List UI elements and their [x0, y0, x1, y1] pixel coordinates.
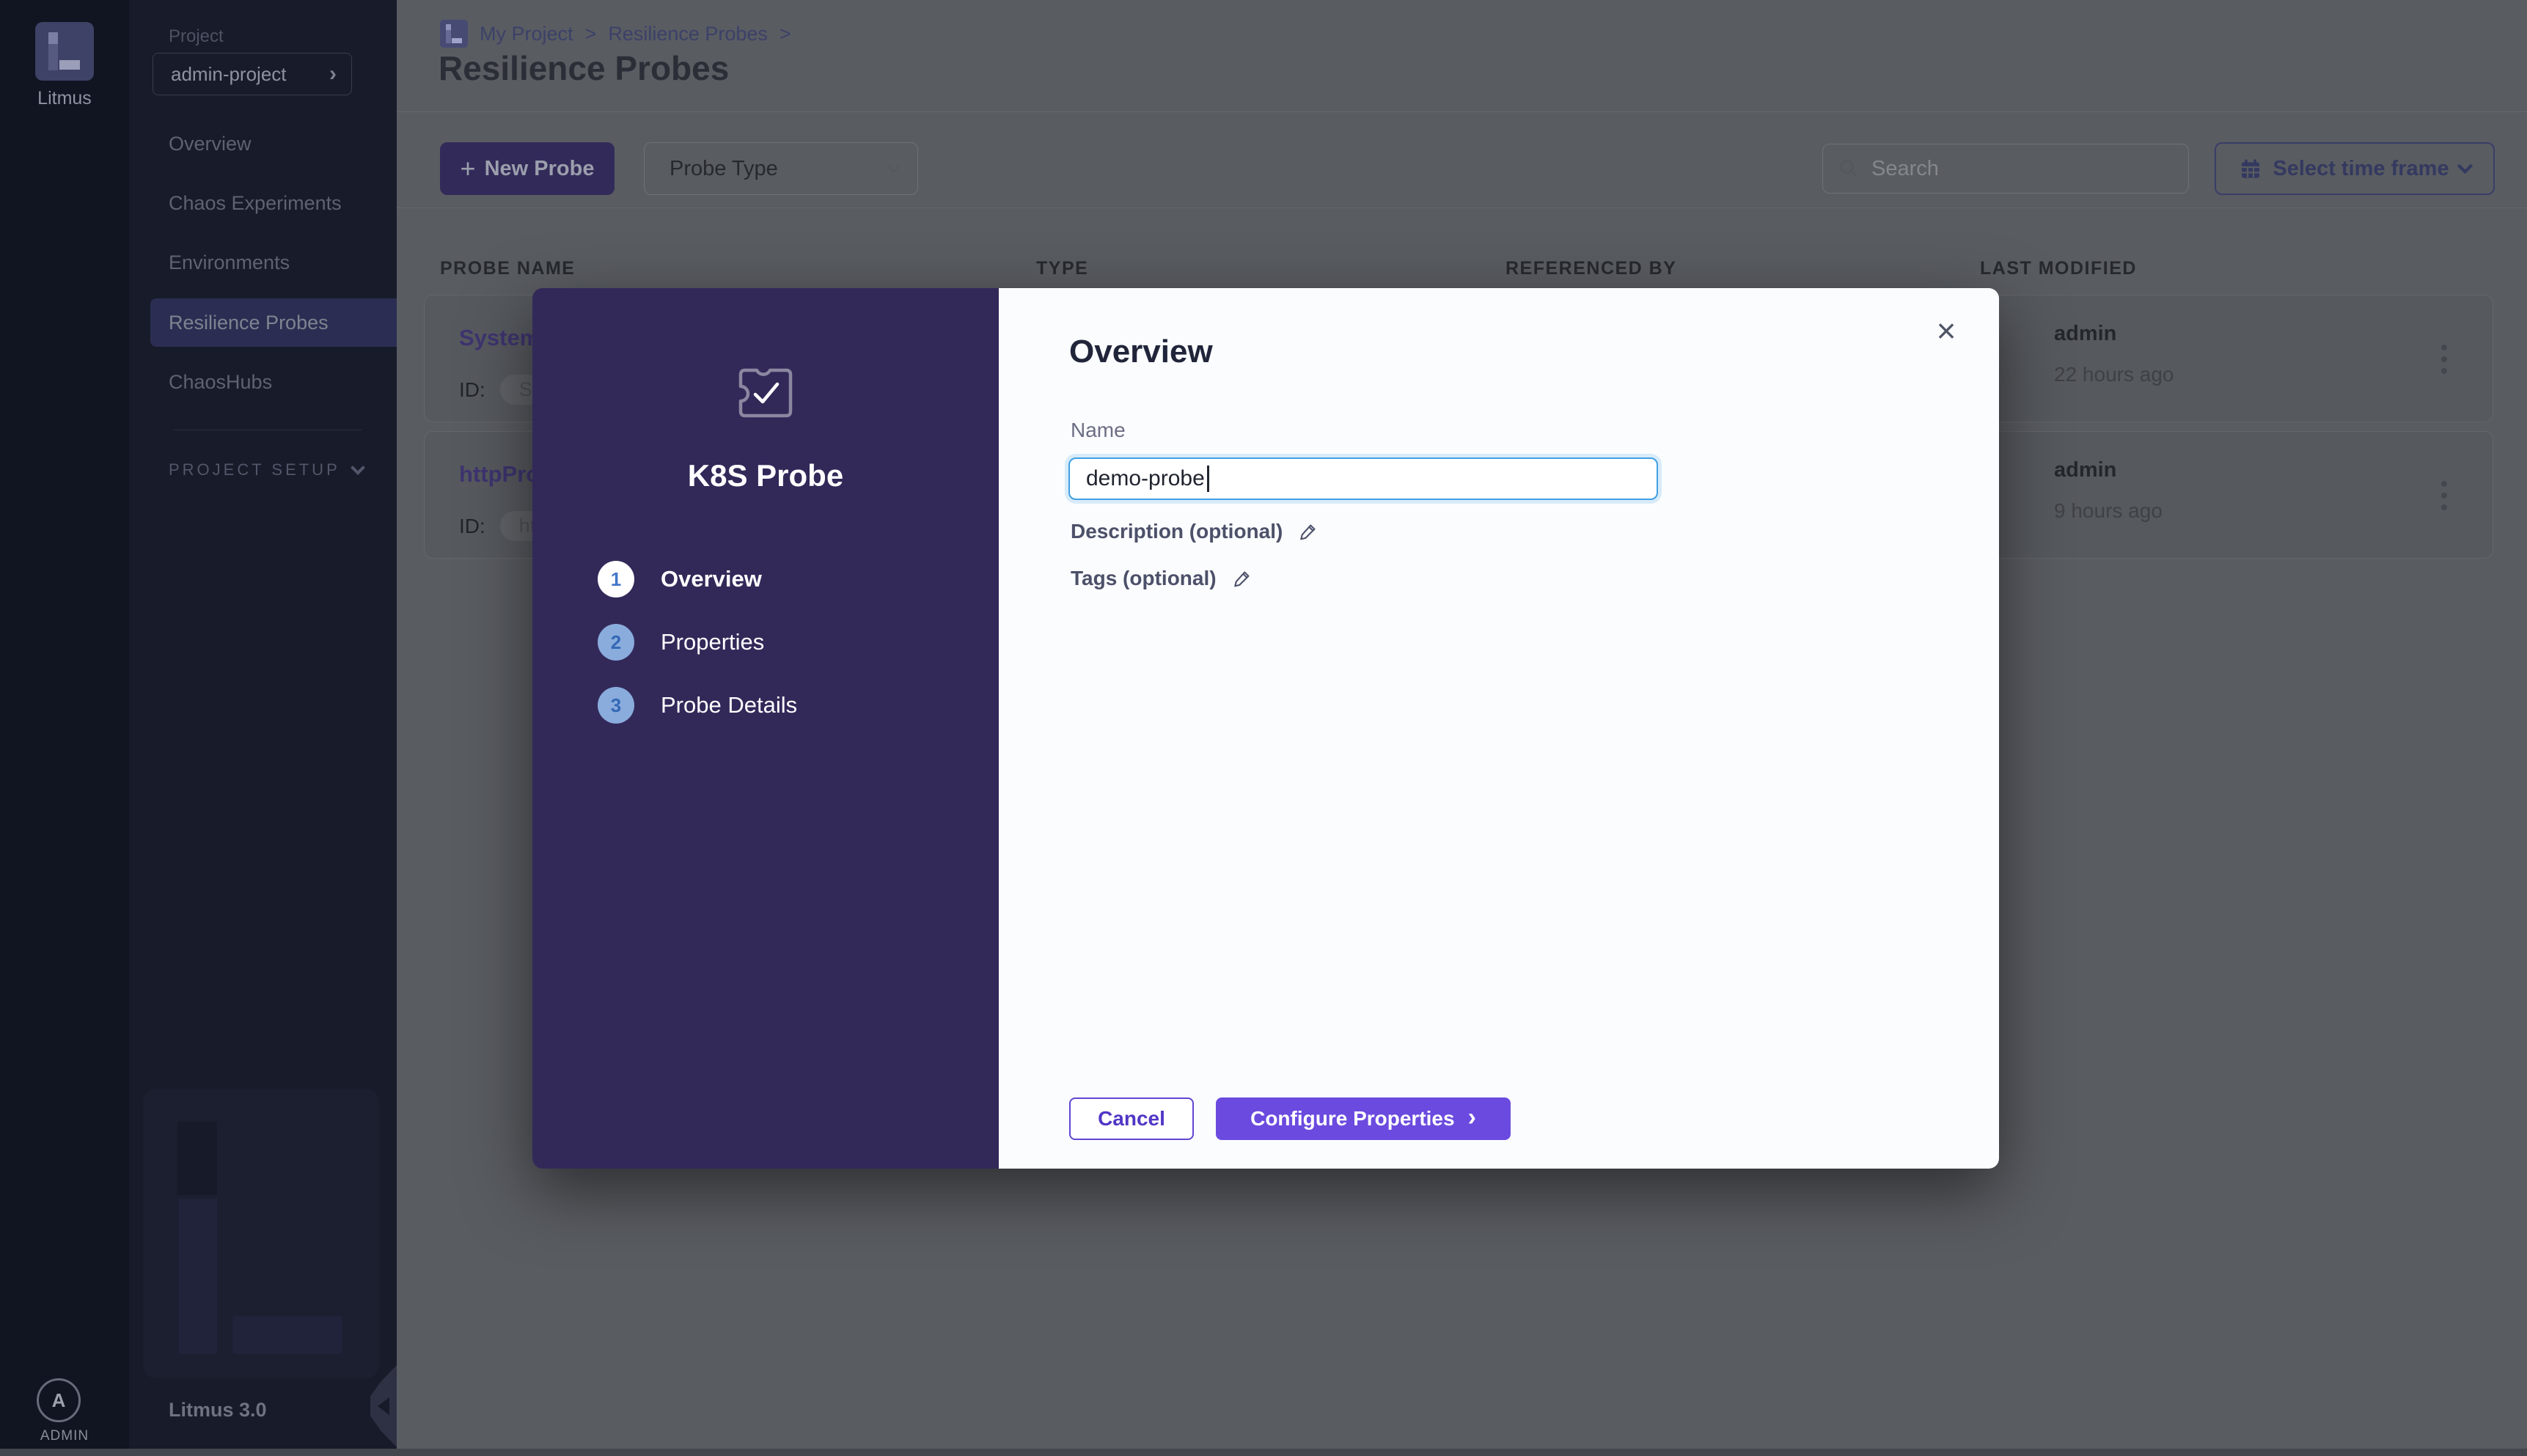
description-row: Description (optional): [1071, 520, 1318, 543]
chevron-down-icon: [2457, 158, 2472, 173]
sidebar-promo-card: [143, 1089, 379, 1378]
sidebar-collapse-handle[interactable]: [370, 1365, 397, 1447]
sidebar-item-chaoshubs[interactable]: ChaosHubs: [129, 358, 397, 406]
overview-panel: × Overview Name demo-probe Description (…: [999, 288, 1999, 1169]
breadcrumb-separator: >: [585, 23, 597, 45]
breadcrumb-resilience-probes[interactable]: Resilience Probes: [608, 23, 768, 45]
probe-type-value: Probe Type: [670, 157, 890, 181]
k8s-probe-icon: [735, 364, 796, 422]
cancel-button[interactable]: Cancel: [1069, 1097, 1194, 1140]
new-probe-label: New Probe: [485, 157, 595, 181]
column-header-last-modified: LAST MODIFIED: [1980, 258, 2137, 279]
app-version: Litmus 3.0: [169, 1399, 267, 1422]
user-avatar-label: ADMIN: [0, 1428, 129, 1444]
step-number: 1: [598, 561, 634, 598]
row-menu-kebab-icon[interactable]: [2428, 470, 2460, 521]
page-title: Resilience Probes: [439, 48, 729, 88]
select-time-frame-button[interactable]: Select time frame: [2215, 142, 2495, 195]
probe-name-link[interactable]: httpPro: [459, 461, 540, 488]
sidebar-item-environments[interactable]: Environments: [129, 238, 397, 287]
breadcrumb-my-project[interactable]: My Project: [480, 23, 573, 45]
user-avatar[interactable]: A: [37, 1378, 81, 1422]
edit-pencil-icon[interactable]: [1233, 569, 1252, 588]
probe-name-input[interactable]: demo-probe: [1068, 457, 1658, 500]
step-properties[interactable]: 2 Properties: [598, 624, 797, 661]
step-number: 3: [598, 687, 634, 724]
litmus-logo-icon[interactable]: [35, 22, 94, 81]
create-probe-modal: K8S Probe 1 Overview 2 Properties 3 Prob…: [532, 288, 1999, 1169]
close-icon[interactable]: ×: [1926, 310, 1967, 351]
breadcrumb-litmus-icon: [440, 20, 468, 48]
sidebar-item-chaos-experiments[interactable]: Chaos Experiments: [129, 179, 397, 227]
sidebar-item-resilience-probes[interactable]: Resilience Probes: [150, 298, 397, 347]
project-setup-label: PROJECT SETUP: [169, 460, 340, 479]
project-setup-section[interactable]: PROJECT SETUP: [169, 460, 363, 479]
header-divider: [397, 111, 2527, 112]
wizard-steps: 1 Overview 2 Properties 3 Probe Details: [598, 561, 797, 750]
breadcrumb: My Project > Resilience Probes >: [440, 19, 791, 48]
project-label: Project: [169, 26, 224, 47]
sidebar-item-overview[interactable]: Overview: [129, 120, 397, 168]
breadcrumb-separator: >: [780, 23, 791, 45]
modified-at: 22 hours ago: [2054, 363, 2174, 386]
wizard-panel: K8S Probe 1 Overview 2 Properties 3 Prob…: [532, 288, 999, 1169]
id-label: ID:: [459, 378, 485, 402]
column-header-referenced-by: REFERENCED BY: [1505, 258, 1676, 279]
column-header-type: TYPE: [1036, 258, 1088, 279]
chevron-down-icon: [888, 161, 901, 173]
name-label: Name: [1071, 419, 1126, 442]
text-caret: [1207, 466, 1209, 492]
edit-pencil-icon[interactable]: [1299, 522, 1318, 541]
modal-footer: Cancel Configure Properties ›: [1069, 1097, 1511, 1140]
new-probe-button[interactable]: + New Probe: [440, 142, 615, 195]
row-menu-kebab-icon[interactable]: [2428, 334, 2460, 385]
modified-at: 9 hours ago: [2054, 499, 2163, 523]
step-probe-details[interactable]: 3 Probe Details: [598, 687, 797, 724]
modified-by: admin: [2054, 458, 2116, 482]
description-label: Description (optional): [1071, 520, 1283, 543]
probe-name-link[interactable]: System: [459, 325, 540, 351]
id-label: ID:: [459, 515, 485, 538]
search-icon: [1838, 158, 1860, 180]
modified-by: admin: [2054, 322, 2116, 346]
column-header-probe-name: PROBE NAME: [440, 258, 575, 279]
panel-title: Overview: [1069, 334, 1213, 370]
chevron-right-icon: ›: [1468, 1103, 1476, 1132]
wizard-title: K8S Probe: [532, 458, 999, 493]
search-box: [1822, 144, 2189, 194]
toolbar-divider: [397, 207, 2527, 208]
tags-row: Tags (optional): [1071, 567, 1252, 590]
calendar-icon: [2239, 157, 2262, 180]
time-frame-label: Select time frame: [2273, 157, 2449, 181]
project-select-value: admin-project: [171, 63, 329, 86]
configure-properties-button[interactable]: Configure Properties ›: [1216, 1097, 1511, 1140]
chevron-right-icon: ›: [329, 62, 337, 87]
probe-type-dropdown[interactable]: Probe Type: [644, 142, 918, 195]
chevron-down-icon: [351, 460, 365, 475]
collapse-arrow-icon: [378, 1397, 389, 1415]
sidebar-nav: Project admin-project › Overview Chaos E…: [129, 0, 397, 1456]
step-overview[interactable]: 1 Overview: [598, 561, 797, 598]
plus-icon: +: [461, 153, 476, 184]
app-root: Litmus A ADMIN Project admin-project › O…: [0, 0, 2527, 1456]
litmus-logo-label: Litmus: [0, 88, 129, 109]
project-select[interactable]: admin-project ›: [153, 53, 352, 95]
tags-label: Tags (optional): [1071, 567, 1217, 590]
icon-strip: Litmus A ADMIN: [0, 0, 129, 1456]
search-input[interactable]: [1871, 157, 2174, 181]
step-number: 2: [598, 624, 634, 661]
window-bottom-edge: [0, 1449, 2527, 1456]
probe-name-value: demo-probe: [1086, 466, 1205, 491]
